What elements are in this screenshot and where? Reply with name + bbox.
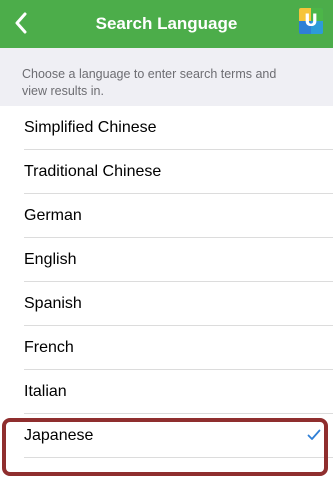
page-title: Search Language: [95, 14, 238, 33]
language-item-german[interactable]: German: [0, 194, 333, 238]
main-content: Choose a language to enter search terms …: [0, 48, 333, 477]
language-item-simplified-chinese[interactable]: Simplified Chinese: [0, 106, 333, 150]
app-logo-letter: U: [304, 11, 318, 31]
chevron-left-icon: [15, 12, 27, 34]
language-label: Japanese: [24, 427, 94, 444]
checkmark-icon: [307, 429, 321, 440]
back-button[interactable]: [6, 8, 36, 38]
nav-bar: Search Language U: [0, 0, 333, 48]
language-label: English: [24, 251, 77, 268]
language-label: German: [24, 207, 82, 224]
section-description: Choose a language to enter search terms …: [0, 48, 333, 106]
language-label: Simplified Chinese: [24, 119, 157, 136]
language-item-french[interactable]: French: [0, 326, 333, 370]
language-item-japanese[interactable]: Japanese: [0, 414, 333, 458]
language-item-english[interactable]: English: [0, 238, 333, 282]
screen: Search Language U Choose a language to e…: [0, 0, 333, 477]
language-list: Simplified Chinese Traditional Chinese G…: [0, 106, 333, 458]
language-label: French: [24, 339, 74, 356]
language-label: Traditional Chinese: [24, 163, 162, 180]
language-label: Spanish: [24, 295, 82, 312]
language-label: Italian: [24, 383, 67, 400]
language-item-traditional-chinese[interactable]: Traditional Chinese: [0, 150, 333, 194]
language-item-italian[interactable]: Italian: [0, 370, 333, 414]
app-logo[interactable]: U: [299, 8, 323, 34]
language-item-spanish[interactable]: Spanish: [0, 282, 333, 326]
